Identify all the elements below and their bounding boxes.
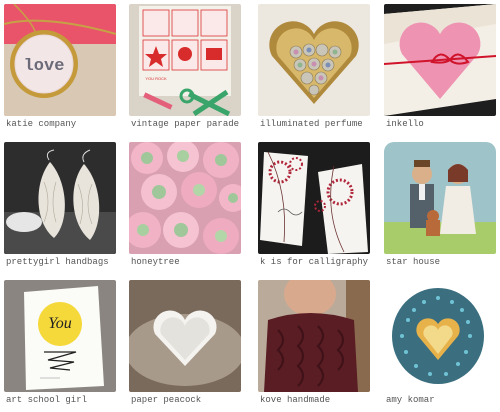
- shop-name[interactable]: star house: [386, 257, 440, 268]
- heart-box-perfumes-icon[interactable]: [258, 4, 370, 116]
- wedding-figurines-icon[interactable]: [384, 142, 496, 254]
- shop-tile-honeytree[interactable]: honeytree: [129, 142, 241, 274]
- i-love-you-sketch-icon[interactable]: You: [4, 280, 116, 392]
- svg-text:love: love: [24, 57, 65, 76]
- shop-tile-star-house[interactable]: star house: [384, 142, 496, 274]
- shop-tile-prettygirl-handbags[interactable]: prettygirl handbags: [4, 142, 116, 274]
- shop-tile-kove-handmade[interactable]: kove handmade: [258, 280, 370, 412]
- shop-tile-inkello[interactable]: inkello: [384, 4, 496, 136]
- svg-text:YOU ROCK: YOU ROCK: [145, 76, 167, 81]
- shop-tile-vintage-paper-parade[interactable]: YOU ROCK vintage paper parade: [129, 4, 241, 136]
- love-cross-stitch-pendant-icon[interactable]: love: [4, 4, 116, 116]
- gift-tags-icon[interactable]: [258, 142, 370, 254]
- shop-tile-paper-peacock[interactable]: paper peacock: [129, 280, 241, 412]
- fabric-flowers-icon[interactable]: [129, 142, 241, 254]
- shop-name[interactable]: paper peacock: [131, 395, 201, 406]
- ceramic-heart-dish-icon[interactable]: [129, 280, 241, 392]
- shop-name[interactable]: katie company: [6, 119, 76, 130]
- svg-text:You: You: [48, 315, 71, 332]
- shop-tile-art-school-girl[interactable]: You art school girl: [4, 280, 116, 412]
- shop-name[interactable]: vintage paper parade: [131, 119, 239, 130]
- shop-name[interactable]: art school girl: [6, 395, 87, 406]
- knit-scarf-icon[interactable]: [258, 280, 370, 392]
- shop-name[interactable]: prettygirl handbags: [6, 257, 109, 268]
- shop-name[interactable]: k is for calligraphy: [260, 257, 368, 268]
- shop-name[interactable]: amy komar: [386, 395, 435, 406]
- paper-cards-scissors-icon[interactable]: YOU ROCK: [129, 4, 241, 116]
- shop-tile-illuminated-perfume[interactable]: illuminated perfume: [258, 4, 370, 136]
- shop-name[interactable]: inkello: [386, 119, 424, 130]
- shop-grid: love katie company YOU ROCK vintage pape…: [0, 0, 500, 406]
- lace-earrings-icon[interactable]: [4, 142, 116, 254]
- painted-heart-stone-icon[interactable]: [384, 280, 496, 392]
- heart-card-ribbon-icon[interactable]: [384, 4, 496, 116]
- shop-name[interactable]: honeytree: [131, 257, 180, 268]
- shop-tile-katie-company[interactable]: love katie company: [4, 4, 116, 136]
- shop-tile-k-is-for-calligraphy[interactable]: k is for calligraphy: [258, 142, 370, 274]
- shop-name[interactable]: kove handmade: [260, 395, 330, 406]
- shop-tile-amy-komar[interactable]: amy komar: [384, 280, 496, 412]
- shop-name[interactable]: illuminated perfume: [260, 119, 363, 130]
